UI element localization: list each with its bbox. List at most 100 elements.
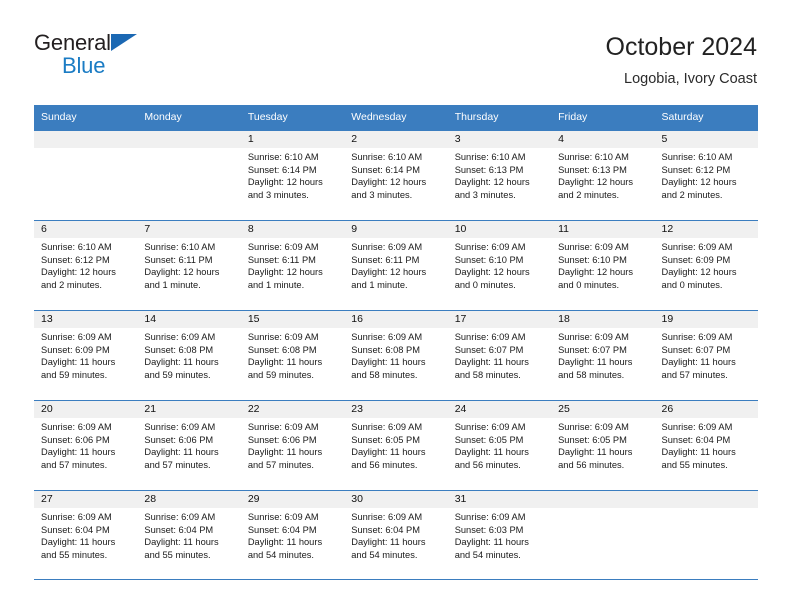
day-number-band: 2: [344, 131, 448, 148]
sunrise-line: Sunrise: 6:09 AM: [41, 422, 112, 432]
day-details: Sunrise: 6:09 AM Sunset: 6:10 PM Dayligh…: [551, 238, 654, 291]
day-cell[interactable]: 21 Sunrise: 6:09 AM Sunset: 6:06 PM Dayl…: [137, 401, 241, 490]
daylight-line-2: and 56 minutes.: [351, 459, 418, 470]
day-details: Sunrise: 6:09 AM Sunset: 6:04 PM Dayligh…: [34, 508, 137, 561]
day-cell[interactable]: 20 Sunrise: 6:09 AM Sunset: 6:06 PM Dayl…: [34, 401, 138, 490]
day-details: Sunrise: 6:09 AM Sunset: 6:09 PM Dayligh…: [655, 238, 758, 291]
daylight-line-2: and 54 minutes.: [247, 549, 314, 560]
sunrise-line: Sunrise: 6:10 AM: [351, 152, 423, 162]
day-details: Sunrise: 6:09 AM Sunset: 6:06 PM Dayligh…: [137, 418, 240, 471]
day-cell[interactable]: 4 Sunrise: 6:10 AM Sunset: 6:13 PM Dayli…: [551, 131, 655, 220]
day-cell[interactable]: [34, 131, 138, 220]
generalblue-logo: General Blue: [34, 30, 154, 82]
day-number: 26: [661, 403, 674, 415]
day-cell[interactable]: 22 Sunrise: 6:09 AM Sunset: 6:06 PM Dayl…: [240, 401, 345, 490]
day-cell[interactable]: 30 Sunrise: 6:09 AM Sunset: 6:04 PM Dayl…: [344, 491, 448, 579]
daylight-line-1: Daylight: 11 hours: [351, 537, 426, 548]
day-details: Sunrise: 6:09 AM Sunset: 6:09 PM Dayligh…: [34, 328, 137, 381]
daylight-line-1: Daylight: 12 hours: [41, 267, 116, 278]
daylight-line-2: and 55 minutes.: [661, 459, 728, 470]
day-number: 4: [558, 133, 564, 145]
day-cell[interactable]: 5 Sunrise: 6:10 AM Sunset: 6:12 PM Dayli…: [654, 131, 758, 220]
day-details: Sunrise: 6:09 AM Sunset: 6:05 PM Dayligh…: [551, 418, 654, 471]
day-cell[interactable]: 18 Sunrise: 6:09 AM Sunset: 6:07 PM Dayl…: [551, 311, 655, 400]
day-cell[interactable]: 23 Sunrise: 6:09 AM Sunset: 6:05 PM Dayl…: [344, 401, 448, 490]
day-number: 29: [247, 493, 260, 505]
day-cell[interactable]: 17 Sunrise: 6:09 AM Sunset: 6:07 PM Dayl…: [447, 311, 552, 400]
day-cell[interactable]: 15 Sunrise: 6:09 AM Sunset: 6:08 PM Dayl…: [240, 311, 345, 400]
sunset-line: Sunset: 6:14 PM: [351, 164, 420, 175]
daylight-line-1: Daylight: 12 hours: [351, 177, 427, 188]
day-cell[interactable]: 14 Sunrise: 6:09 AM Sunset: 6:08 PM Dayl…: [137, 311, 241, 400]
day-details: Sunrise: 6:09 AM Sunset: 6:04 PM Dayligh…: [344, 508, 447, 561]
daylight-line-1: Daylight: 11 hours: [661, 357, 736, 368]
day-cell[interactable]: [551, 491, 655, 579]
day-cell[interactable]: 6 Sunrise: 6:10 AM Sunset: 6:12 PM Dayli…: [34, 221, 138, 310]
day-number-band: [551, 491, 655, 508]
day-cell[interactable]: 16 Sunrise: 6:09 AM Sunset: 6:08 PM Dayl…: [344, 311, 448, 400]
day-cell[interactable]: [137, 131, 241, 220]
daylight-line-1: Daylight: 11 hours: [351, 447, 426, 458]
day-cell[interactable]: [654, 491, 758, 579]
day-cell[interactable]: 7 Sunrise: 6:10 AM Sunset: 6:11 PM Dayli…: [137, 221, 241, 310]
day-number: 16: [351, 313, 363, 325]
day-number: 3: [454, 133, 461, 145]
day-cell[interactable]: 3 Sunrise: 6:10 AM Sunset: 6:13 PM Dayli…: [447, 131, 552, 220]
sunset-line: Sunset: 6:04 PM: [144, 524, 214, 535]
sunrise-line: Sunrise: 6:09 AM: [454, 512, 526, 522]
daylight-line-2: and 54 minutes.: [454, 549, 521, 560]
day-number-band: 27: [34, 491, 138, 508]
daylight-line-2: and 55 minutes.: [144, 549, 211, 560]
weekday-header-monday: Monday: [144, 111, 182, 123]
day-cell[interactable]: 1 Sunrise: 6:10 AM Sunset: 6:14 PM Dayli…: [240, 131, 345, 220]
day-details: Sunrise: 6:10 AM Sunset: 6:11 PM Dayligh…: [137, 238, 240, 291]
sunset-line: Sunset: 6:14 PM: [247, 164, 317, 175]
day-number: 12: [661, 223, 674, 235]
page-title: October 2024: [605, 33, 758, 61]
day-details: Sunrise: 6:09 AM Sunset: 6:04 PM Dayligh…: [137, 508, 240, 561]
sunset-line: Sunset: 6:07 PM: [454, 344, 524, 355]
day-cell[interactable]: 27 Sunrise: 6:09 AM Sunset: 6:04 PM Dayl…: [34, 491, 138, 579]
sunset-line: Sunset: 6:07 PM: [661, 344, 731, 355]
sunset-line: Sunset: 6:13 PM: [558, 164, 627, 175]
day-number-band: 18: [551, 311, 655, 328]
sunset-line: Sunset: 6:10 PM: [454, 254, 524, 265]
day-cell[interactable]: 19 Sunrise: 6:09 AM Sunset: 6:07 PM Dayl…: [654, 311, 758, 400]
daylight-line-1: Daylight: 11 hours: [351, 357, 426, 368]
weekday-header-row: Sunday Monday Tuesday Wednesday Thursday…: [34, 105, 758, 130]
daylight-line-2: and 2 minutes.: [558, 189, 620, 200]
day-cell[interactable]: 28 Sunrise: 6:09 AM Sunset: 6:04 PM Dayl…: [137, 491, 241, 579]
day-number-band: 29: [240, 491, 345, 508]
day-cell[interactable]: 10 Sunrise: 6:09 AM Sunset: 6:10 PM Dayl…: [447, 221, 552, 310]
day-cell[interactable]: 26 Sunrise: 6:09 AM Sunset: 6:04 PM Dayl…: [654, 401, 758, 490]
daylight-line-1: Daylight: 11 hours: [144, 447, 219, 458]
day-number: 15: [247, 313, 260, 325]
sunrise-line: Sunrise: 6:09 AM: [558, 242, 629, 252]
sunset-line: Sunset: 6:05 PM: [454, 434, 524, 445]
day-number: 14: [144, 313, 157, 325]
day-details: Sunrise: 6:09 AM Sunset: 6:08 PM Dayligh…: [137, 328, 240, 381]
day-cell[interactable]: 25 Sunrise: 6:09 AM Sunset: 6:05 PM Dayl…: [551, 401, 655, 490]
day-cell[interactable]: 12 Sunrise: 6:09 AM Sunset: 6:09 PM Dayl…: [654, 221, 758, 310]
sunrise-line: Sunrise: 6:09 AM: [558, 422, 629, 432]
day-cell[interactable]: 24 Sunrise: 6:09 AM Sunset: 6:05 PM Dayl…: [447, 401, 552, 490]
day-cell[interactable]: 8 Sunrise: 6:09 AM Sunset: 6:11 PM Dayli…: [240, 221, 345, 310]
sunset-line: Sunset: 6:04 PM: [351, 524, 420, 535]
day-cell[interactable]: 9 Sunrise: 6:09 AM Sunset: 6:11 PM Dayli…: [344, 221, 448, 310]
sunrise-line: Sunrise: 6:09 AM: [144, 332, 216, 342]
week-row: 1 Sunrise: 6:10 AM Sunset: 6:14 PM Dayli…: [34, 130, 758, 220]
day-details: Sunrise: 6:09 AM Sunset: 6:08 PM Dayligh…: [241, 328, 344, 381]
day-cell[interactable]: 29 Sunrise: 6:09 AM Sunset: 6:04 PM Dayl…: [240, 491, 345, 579]
day-details: Sunrise: 6:10 AM Sunset: 6:13 PM Dayligh…: [448, 148, 551, 201]
day-cell[interactable]: 11 Sunrise: 6:09 AM Sunset: 6:10 PM Dayl…: [551, 221, 655, 310]
day-number-band: 3: [447, 131, 552, 148]
sunset-line: Sunset: 6:09 PM: [41, 344, 110, 355]
daylight-line-2: and 58 minutes.: [558, 369, 625, 380]
sunrise-line: Sunrise: 6:09 AM: [558, 332, 629, 342]
sunset-line: Sunset: 6:12 PM: [41, 254, 110, 265]
day-cell[interactable]: 31 Sunrise: 6:09 AM Sunset: 6:03 PM Dayl…: [447, 491, 552, 579]
day-number: 6: [41, 223, 47, 235]
day-cell[interactable]: 2 Sunrise: 6:10 AM Sunset: 6:14 PM Dayli…: [344, 131, 448, 220]
day-cell[interactable]: 13 Sunrise: 6:09 AM Sunset: 6:09 PM Dayl…: [34, 311, 138, 400]
day-number: 24: [454, 403, 467, 415]
